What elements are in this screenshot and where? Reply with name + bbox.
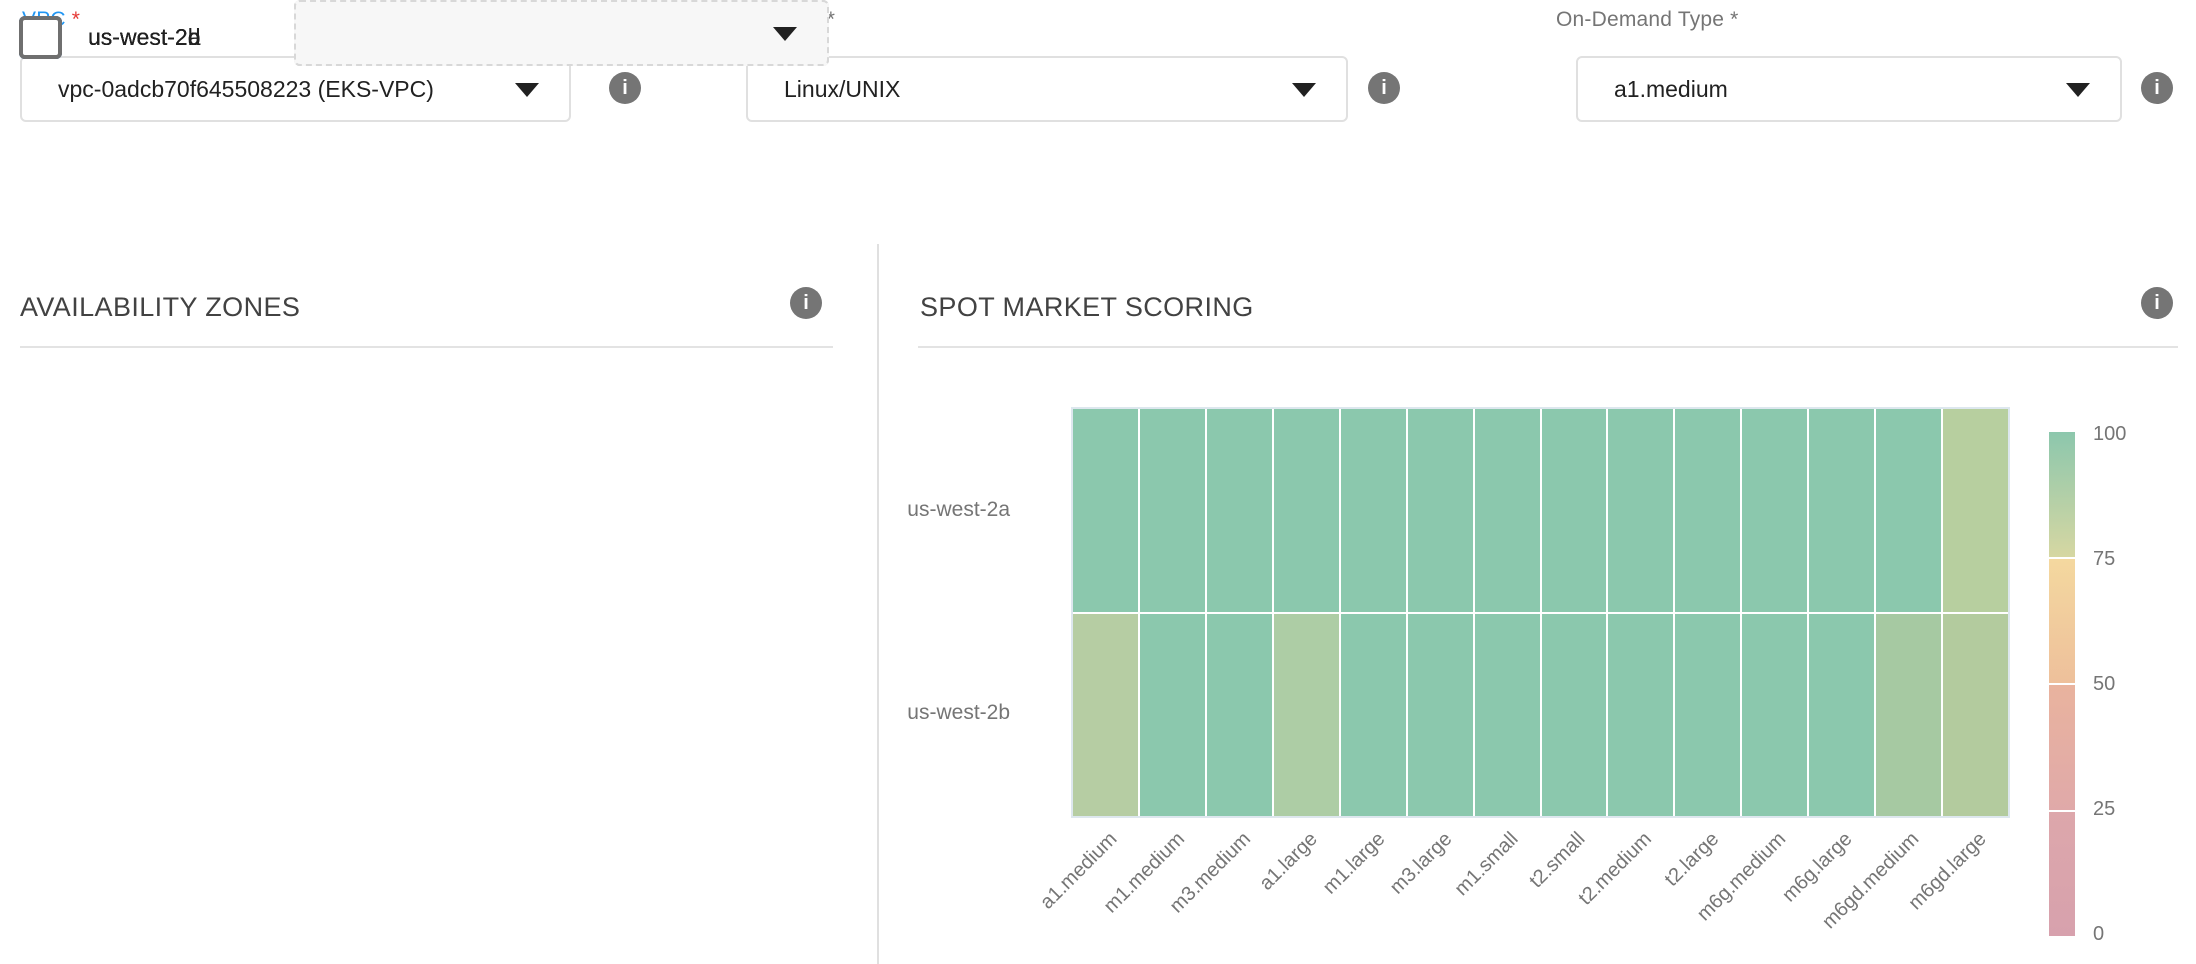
heatmap-cell-us-west-2a-m1.medium <box>1140 409 1205 612</box>
colorbar-segment-2 <box>2049 685 2075 810</box>
heatmap-cell-us-west-2b-m1.medium <box>1140 614 1205 817</box>
score-colorbar <box>2049 432 2075 936</box>
spot-scoring-heatmap <box>1073 409 2008 816</box>
colorbar-tick-label-0: 0 <box>2093 923 2104 946</box>
heatmap-cell-us-west-2a-m6gd.medium <box>1876 409 1941 612</box>
heatmap-cell-us-west-2b-m3.large <box>1408 614 1473 817</box>
chevron-down-icon <box>2066 83 2090 97</box>
product-info-icon[interactable]: i <box>1368 72 1400 104</box>
spot-market-scoring-divider <box>918 346 2178 348</box>
heatmap-cell-us-west-2a-m6g.large <box>1809 409 1874 612</box>
availability-zones-title: AVAILABILITY ZONES <box>20 292 300 323</box>
x-tick-label-m6gd.large: m6gd.large <box>1904 828 1991 915</box>
colorbar-segment-3 <box>2049 812 2075 937</box>
x-tick-label-m1.large: m1.large <box>1319 828 1390 899</box>
heatmap-cell-us-west-2b-m1.small <box>1475 614 1540 817</box>
chevron-down-icon <box>1292 83 1316 97</box>
on-demand-type-info-icon[interactable]: i <box>2141 72 2173 104</box>
heatmap-cell-us-west-2b-t2.medium <box>1608 614 1673 817</box>
x-tick-label-t2.medium: t2.medium <box>1575 828 1657 910</box>
x-tick-label-m1.medium: m1.medium <box>1099 828 1189 918</box>
on-demand-type-select-value: a1.medium <box>1614 58 1728 120</box>
heatmap-cell-us-west-2a-t2.medium <box>1608 409 1673 612</box>
heatmap-frame <box>1071 407 2010 818</box>
heatmap-cell-us-west-2b-m1.large <box>1341 614 1406 817</box>
spot-market-scoring-info-icon[interactable]: i <box>2141 287 2173 319</box>
x-tick-label-m1.small: m1.small <box>1451 828 1524 901</box>
spot-market-config-page: VPC* vpc-0adcb70f645508223 (EKS-VPC) i P… <box>0 0 2196 964</box>
heatmap-cell-us-west-2b-m6g.medium <box>1742 614 1807 817</box>
heatmap-cell-us-west-2a-t2.large <box>1675 409 1740 612</box>
heatmap-cell-us-west-2b-t2.small <box>1542 614 1607 817</box>
x-tick-label-m3.large: m3.large <box>1385 828 1456 899</box>
subnet-select-us-west-2d[interactable] <box>294 0 829 66</box>
colorbar-segment-0 <box>2049 432 2075 557</box>
heatmap-cell-us-west-2b-m3.medium <box>1207 614 1272 817</box>
heatmap-cell-us-west-2a-m6gd.large <box>1943 409 2008 612</box>
heatmap-cell-us-west-2a-m1.large <box>1341 409 1406 612</box>
x-tick-label-m6g.medium: m6g.medium <box>1693 828 1791 926</box>
zone-checkbox-us-west-2d[interactable] <box>19 16 62 59</box>
vpc-info-icon[interactable]: i <box>609 72 641 104</box>
spot-market-scoring-title: SPOT MARKET SCORING <box>920 292 1254 323</box>
availability-zones-info-icon[interactable]: i <box>790 287 822 319</box>
heatmap-cell-us-west-2b-m6g.large <box>1809 614 1874 817</box>
on-demand-type-label: On-Demand Type * <box>1556 8 1739 32</box>
chevron-down-icon <box>515 83 539 97</box>
heatmap-cell-us-west-2b-m6gd.large <box>1943 614 2008 817</box>
on-demand-type-label-text: On-Demand Type <box>1556 8 1724 31</box>
heatmap-cell-us-west-2a-m3.medium <box>1207 409 1272 612</box>
heatmap-cell-us-west-2a-t2.small <box>1542 409 1607 612</box>
y-tick-label-us-west-2b: us-west-2b <box>810 701 1010 725</box>
heatmap-cell-us-west-2a-m1.small <box>1475 409 1540 612</box>
heatmap-cell-us-west-2a-a1.large <box>1274 409 1339 612</box>
colorbar-tick-label-75: 75 <box>2093 548 2115 571</box>
x-tick-label-m6g.large: m6g.large <box>1778 828 1857 907</box>
colorbar-tick-label-25: 25 <box>2093 798 2115 821</box>
zone-label-us-west-2d: us-west-2d <box>88 0 200 74</box>
heatmap-cell-us-west-2a-m6g.medium <box>1742 409 1807 612</box>
x-tick-label-a1.large: a1.large <box>1256 828 1323 895</box>
heatmap-cell-us-west-2b-a1.large <box>1274 614 1339 817</box>
colorbar-tick-label-50: 50 <box>2093 673 2115 696</box>
x-tick-label-m6gd.medium: m6gd.medium <box>1818 828 1924 934</box>
y-tick-label-us-west-2a: us-west-2a <box>810 498 1010 522</box>
colorbar-tick-label-100: 100 <box>2093 423 2126 446</box>
heatmap-cell-us-west-2b-m6gd.medium <box>1876 614 1941 817</box>
x-tick-label-a1.medium: a1.medium <box>1036 828 1122 914</box>
az-row-us-west-2d: us-west-2d <box>0 0 878 74</box>
availability-zones-divider <box>20 346 833 348</box>
on-demand-type-select[interactable]: a1.medium <box>1576 56 2122 122</box>
on-demand-type-required-asterisk: * <box>1730 8 1738 31</box>
colorbar-segment-1 <box>2049 559 2075 684</box>
heatmap-cell-us-west-2a-a1.medium <box>1073 409 1138 612</box>
section-divider <box>877 244 879 964</box>
chevron-down-icon <box>773 27 797 41</box>
heatmap-cell-us-west-2b-a1.medium <box>1073 614 1138 817</box>
x-tick-label-t2.small: t2.small <box>1525 828 1590 893</box>
heatmap-cell-us-west-2b-t2.large <box>1675 614 1740 817</box>
heatmap-cell-us-west-2a-m3.large <box>1408 409 1473 612</box>
x-tick-label-t2.large: t2.large <box>1660 828 1723 891</box>
x-tick-label-m3.medium: m3.medium <box>1166 828 1256 918</box>
